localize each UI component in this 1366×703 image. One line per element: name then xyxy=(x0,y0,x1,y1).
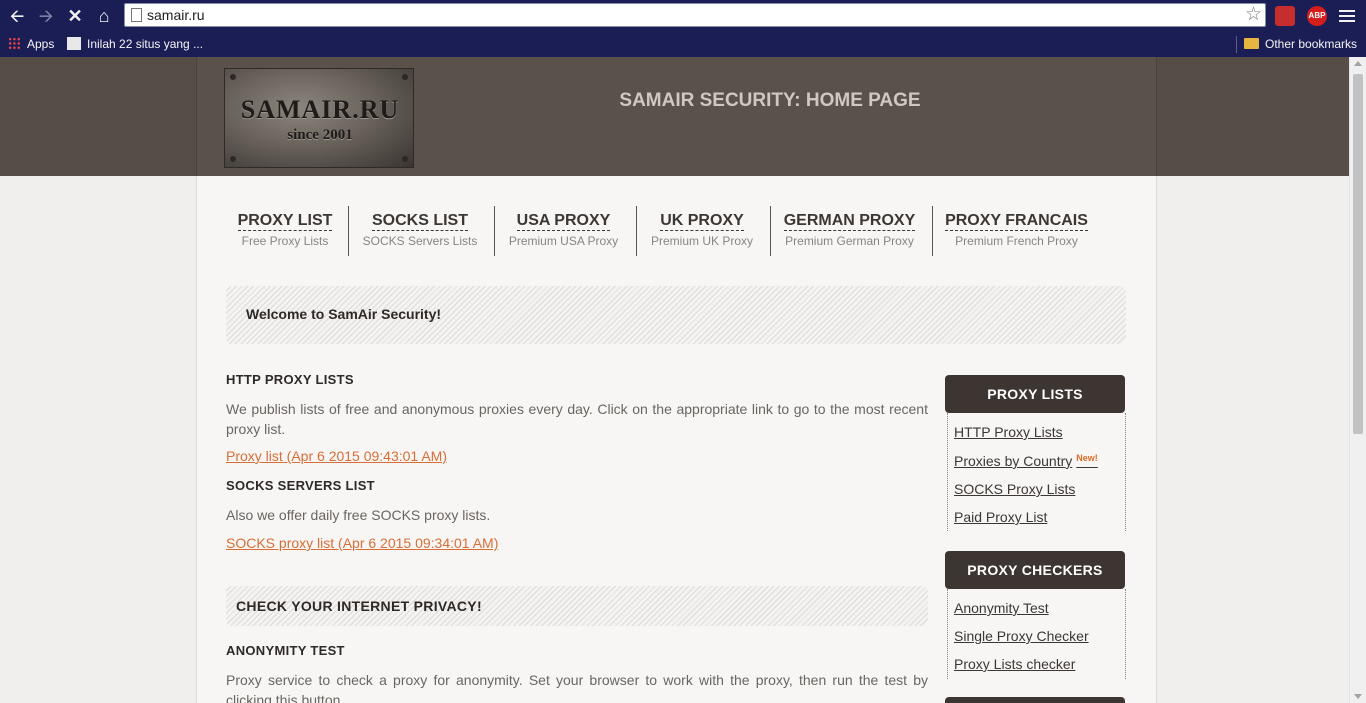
other-bookmarks-label: Other bookmarks xyxy=(1265,37,1358,51)
nav-proxy-francais[interactable]: PROXY FRANCAIS Premium French Proxy xyxy=(939,206,1094,258)
apps-grid-icon xyxy=(8,37,21,50)
nav-title: USA PROXY xyxy=(516,212,611,231)
site-logo[interactable]: SAMAIR.RU since 2001 xyxy=(224,68,414,168)
nav-divider xyxy=(494,206,495,256)
sidebar-link-proxy-lists-checker[interactable]: Proxy Lists checker xyxy=(954,656,1075,672)
site-header: SAMAIR.RU since 2001 SAMAIR SECURITY: HO… xyxy=(0,57,1349,176)
nav-title: PROXY FRANCAIS xyxy=(945,212,1088,231)
url-input[interactable] xyxy=(147,6,1227,24)
privacy-heading: CHECK YOUR INTERNET PRIVACY! xyxy=(236,598,482,614)
nav-divider xyxy=(770,206,771,256)
bookmark-item-label: Inilah 22 situs yang ... xyxy=(87,37,204,51)
folder-icon xyxy=(1244,38,1259,49)
scroll-up-arrow-icon[interactable] xyxy=(1354,61,1362,66)
nav-german-proxy[interactable]: GERMAN PROXY Premium German Proxy xyxy=(777,206,922,258)
bookmarks-bar: Apps Inilah 22 situs yang ... Other book… xyxy=(0,32,1366,57)
bookmarks-divider xyxy=(1236,36,1237,53)
scroll-down-arrow-icon[interactable] xyxy=(1354,694,1362,699)
nav-usa-proxy[interactable]: USA PROXY Premium USA Proxy xyxy=(501,206,626,258)
http-proxy-heading: HTTP PROXY LISTS xyxy=(226,372,354,387)
top-navigation: PROXY LIST Free Proxy Lists SOCKS LIST S… xyxy=(197,206,1156,258)
anonymity-test-text: Proxy service to check a proxy for anony… xyxy=(226,672,928,703)
logo-bolt xyxy=(402,74,408,80)
page-title: SAMAIR SECURITY: HOME PAGE xyxy=(619,90,921,111)
sidebar-link-label: Proxies by Country xyxy=(954,453,1073,469)
sidebar-link-anonymity-test[interactable]: Anonymity Test xyxy=(954,600,1049,616)
nav-title: GERMAN PROXY xyxy=(783,212,916,231)
stop-icon[interactable]: ✕ xyxy=(64,5,86,27)
home-icon[interactable]: ⌂ xyxy=(93,5,115,27)
logo-bolt xyxy=(230,74,236,80)
nav-subtitle: Premium UK Proxy xyxy=(650,234,754,248)
nav-uk-proxy[interactable]: UK PROXY Premium UK Proxy xyxy=(642,206,762,258)
logo-subtitle: since 2001 xyxy=(287,127,353,143)
other-bookmarks[interactable]: Other bookmarks xyxy=(1244,36,1357,52)
sidebar-proxy-checkers-box: Anonymity Test Single Proxy Checker Prox… xyxy=(947,589,1126,679)
address-bar[interactable]: ☆ xyxy=(124,3,1266,27)
adblock-label: ABP xyxy=(1308,11,1326,20)
privacy-banner: CHECK YOUR INTERNET PRIVACY! xyxy=(226,586,928,626)
page-icon xyxy=(131,8,142,22)
sidebar-link-paid-proxy-list[interactable]: Paid Proxy List xyxy=(954,509,1047,525)
bookmark-apps-label: Apps xyxy=(27,37,55,51)
nav-socks-list[interactable]: SOCKS LIST SOCKS Servers Lists xyxy=(355,206,485,258)
nav-subtitle: Premium USA Proxy xyxy=(508,234,619,248)
nav-subtitle: Premium German Proxy xyxy=(785,234,914,248)
page-content: PROXY LIST Free Proxy Lists SOCKS LIST S… xyxy=(196,176,1157,703)
bookmark-item[interactable]: Inilah 22 situs yang ... xyxy=(67,36,203,52)
browser-toolbar: 🡨 🡪 ✕ ⌂ ☆ ABP xyxy=(0,0,1366,32)
hamburger-menu-icon[interactable] xyxy=(1339,7,1355,23)
scrollbar-thumb[interactable] xyxy=(1353,74,1363,434)
sidebar-next-heading xyxy=(945,697,1125,703)
extension-icon[interactable] xyxy=(1275,6,1295,26)
sidebar-link-socks-proxy-lists[interactable]: SOCKS Proxy Lists xyxy=(954,481,1075,497)
logo-bolt xyxy=(230,156,236,162)
nav-title: SOCKS LIST xyxy=(371,212,468,231)
nav-title: PROXY LIST xyxy=(237,212,333,231)
http-proxy-list-link[interactable]: Proxy list (Apr 6 2015 09:43:01 AM) xyxy=(226,448,447,464)
browser-chrome: 🡨 🡪 ✕ ⌂ ☆ ABP Apps Inilah 22 situs yang … xyxy=(0,0,1366,57)
adblock-plus-icon[interactable]: ABP xyxy=(1307,6,1327,26)
bookmark-apps[interactable]: Apps xyxy=(8,36,54,52)
sidebar-link-proxies-by-country[interactable]: Proxies by Country New! xyxy=(954,453,1098,469)
nav-divider xyxy=(932,206,933,256)
site-favicon-icon xyxy=(67,37,81,50)
nav-subtitle: SOCKS Servers Lists xyxy=(362,234,478,248)
nav-proxy-list[interactable]: PROXY LIST Free Proxy Lists xyxy=(225,206,345,258)
socks-servers-heading: SOCKS SERVERS LIST xyxy=(226,478,375,493)
nav-title: UK PROXY xyxy=(660,212,744,231)
new-badge: New! xyxy=(1076,453,1098,463)
logo-title: SAMAIR.RU xyxy=(240,95,400,124)
nav-divider xyxy=(348,206,349,256)
back-arrow-icon[interactable]: 🡨 xyxy=(6,5,28,27)
nav-subtitle: Free Proxy Lists xyxy=(241,234,329,248)
forward-arrow-icon[interactable]: 🡪 xyxy=(35,5,57,27)
sidebar-proxy-lists-box: HTTP Proxy Lists Proxies by Country New! … xyxy=(947,413,1126,531)
sidebar-proxy-lists-heading: PROXY LISTS xyxy=(945,375,1125,413)
http-proxy-text: We publish lists of free and anonymous p… xyxy=(226,401,928,437)
socks-servers-text: Also we offer daily free SOCKS proxy lis… xyxy=(226,507,491,523)
sidebar-link-http-proxy-lists[interactable]: HTTP Proxy Lists xyxy=(954,424,1063,440)
anonymity-test-heading: ANONYMITY TEST xyxy=(226,643,345,658)
welcome-banner: Welcome to SamAir Security! xyxy=(226,286,1126,344)
nav-subtitle: Premium French Proxy xyxy=(955,234,1078,248)
welcome-text: Welcome to SamAir Security! xyxy=(246,306,442,322)
vertical-scrollbar[interactable] xyxy=(1349,57,1366,703)
sidebar-proxy-checkers-heading: PROXY CHECKERS xyxy=(945,551,1125,589)
nav-divider xyxy=(636,206,637,256)
sidebar-link-single-proxy-checker[interactable]: Single Proxy Checker xyxy=(954,628,1089,644)
page-viewport: SAMAIR.RU since 2001 SAMAIR SECURITY: HO… xyxy=(0,57,1349,703)
star-icon[interactable]: ☆ xyxy=(1245,4,1262,26)
socks-proxy-list-link[interactable]: SOCKS proxy list (Apr 6 2015 09:34:01 AM… xyxy=(226,535,498,551)
logo-bolt xyxy=(402,156,408,162)
